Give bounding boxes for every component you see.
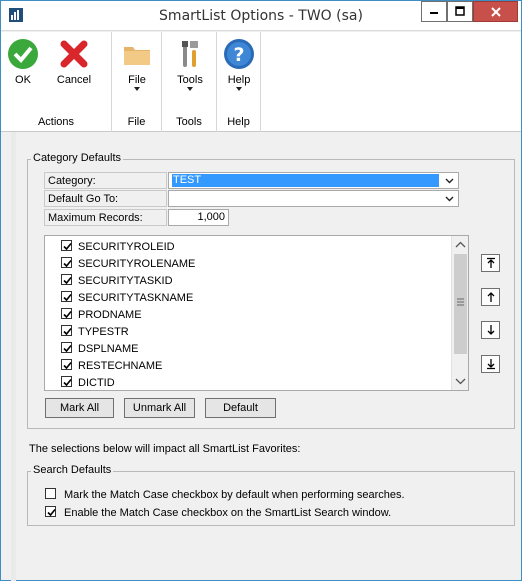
tools-label: Tools [177, 74, 203, 86]
unmark-all-button[interactable]: Unmark All [124, 398, 195, 418]
ribbon-group-help: ? Help Help [217, 32, 261, 132]
field-label: SECURITYROLENAME [78, 258, 196, 270]
field-label: DSPLNAME [78, 343, 139, 355]
minimize-button[interactable] [421, 1, 447, 22]
favorites-note: The selections below will impact all Sma… [29, 443, 301, 455]
match-case-default-label: Mark the Match Case checkbox by default … [64, 489, 405, 501]
list-scrollbar[interactable] [451, 236, 468, 390]
field-label: SECURITYTASKNAME [78, 292, 194, 304]
ribbon-group-label-actions: Actions [37, 116, 75, 128]
close-x-icon [60, 40, 88, 68]
field-checkbox[interactable] [61, 257, 72, 268]
field-checkbox[interactable] [61, 308, 72, 319]
minimize-icon [430, 12, 438, 14]
match-case-default-option[interactable]: Mark the Match Case checkbox by default … [45, 488, 405, 501]
category-value: TEST [172, 174, 439, 187]
help-menu-button[interactable]: ? Help [221, 38, 257, 91]
maximize-icon [455, 6, 465, 16]
list-item[interactable]: SECURITYTASKNAME [61, 291, 193, 307]
tools-icon [182, 41, 198, 67]
grip-icon [457, 298, 464, 306]
list-item[interactable]: TYPESTR [61, 325, 129, 341]
chevron-down-icon [134, 87, 140, 91]
match-case-default-checkbox[interactable] [45, 488, 56, 499]
field-checkbox[interactable] [61, 291, 72, 302]
list-item[interactable]: DSPLNAME [61, 342, 139, 358]
close-icon [490, 7, 501, 17]
window-left-strip [11, 132, 16, 581]
chevron-down-icon [445, 196, 454, 202]
list-item[interactable]: PRODNAME [61, 308, 142, 324]
field-checkbox[interactable] [61, 376, 72, 387]
svg-text:?: ? [233, 44, 244, 66]
field-checkbox[interactable] [61, 240, 72, 251]
enable-match-case-label: Enable the Match Case checkbox on the Sm… [64, 507, 392, 519]
chevron-down-icon [187, 87, 193, 91]
tools-menu-button[interactable]: Tools [170, 38, 210, 91]
field-checkbox[interactable] [61, 359, 72, 370]
folder-icon [124, 47, 150, 65]
move-up-icon [487, 292, 494, 302]
ok-label: OK [15, 74, 31, 86]
close-button[interactable] [473, 1, 518, 22]
ribbon-group-tools: Tools Tools [162, 32, 217, 132]
scrollbar-thumb[interactable] [454, 254, 467, 354]
chevron-down-icon [236, 87, 242, 91]
enable-match-case-checkbox[interactable] [45, 506, 56, 517]
file-menu-button[interactable]: File [120, 38, 154, 91]
list-item[interactable]: DICTID [61, 376, 115, 390]
move-top-button[interactable] [481, 254, 500, 272]
help-icon: ? [224, 39, 254, 69]
list-item[interactable]: SECURITYROLEID [61, 240, 175, 256]
scroll-down-icon[interactable] [452, 374, 469, 388]
enable-match-case-option[interactable]: Enable the Match Case checkbox on the Sm… [45, 506, 391, 519]
max-records-input[interactable]: 1,000 [168, 209, 229, 226]
search-defaults-title: Search Defaults [31, 464, 114, 476]
field-checkbox[interactable] [61, 342, 72, 353]
move-down-button[interactable] [481, 321, 500, 339]
field-label: DICTID [78, 377, 115, 389]
scroll-up-icon[interactable] [452, 238, 469, 252]
chevron-down-icon [445, 178, 454, 184]
check-icon [8, 39, 38, 69]
ribbon-group-label-tools: Tools [176, 116, 202, 128]
ribbon-group-actions: OK Cancel Actions [1, 32, 112, 132]
category-defaults-title: Category Defaults [31, 152, 124, 164]
ribbon-group-label-help: Help [227, 116, 250, 128]
move-bottom-button[interactable] [481, 355, 500, 373]
field-label: RESTECHNAME [78, 360, 163, 372]
cancel-button[interactable]: Cancel [46, 38, 102, 86]
field-list[interactable]: SECURITYROLEID SECURITYROLENAME SECURITYTA… [44, 235, 469, 391]
move-bottom-icon [486, 359, 495, 370]
move-top-icon [486, 257, 495, 268]
help-label: Help [227, 74, 251, 86]
field-label: SECURITYTASKID [78, 275, 173, 287]
category-label: Category: [44, 172, 167, 189]
default-goto-label: Default Go To: [44, 190, 167, 207]
field-checkbox[interactable] [61, 325, 72, 336]
move-down-icon [487, 325, 494, 335]
field-label: PRODNAME [78, 309, 142, 321]
field-checkbox[interactable] [61, 274, 72, 285]
ribbon-group-label-file: File [127, 116, 146, 128]
mark-all-button[interactable]: Mark All [45, 398, 114, 418]
default-goto-dropdown[interactable] [168, 190, 459, 207]
max-records-label: Maximum Records: [44, 209, 167, 226]
default-button[interactable]: Default [205, 398, 276, 418]
list-item[interactable]: SECURITYTASKID [61, 274, 173, 290]
field-label: SECURITYROLEID [78, 241, 175, 253]
list-item[interactable]: RESTECHNAME [61, 359, 162, 375]
title-bar: SmartList Options - TWO (sa) [1, 1, 521, 31]
list-item[interactable]: SECURITYROLENAME [61, 257, 195, 273]
file-label: File [128, 74, 146, 86]
field-label: TYPESTR [78, 326, 129, 338]
ok-button[interactable]: OK [6, 38, 40, 86]
category-dropdown[interactable]: TEST [168, 172, 459, 189]
ribbon: OK Cancel Actions File File Tools Tools … [1, 32, 521, 132]
maximize-button[interactable] [447, 1, 473, 22]
move-up-button[interactable] [481, 288, 500, 306]
smartlist-options-window: SmartList Options - TWO (sa) OK Cancel A… [0, 0, 522, 581]
cancel-label: Cancel [56, 74, 92, 86]
ribbon-group-file: File File [112, 32, 162, 132]
